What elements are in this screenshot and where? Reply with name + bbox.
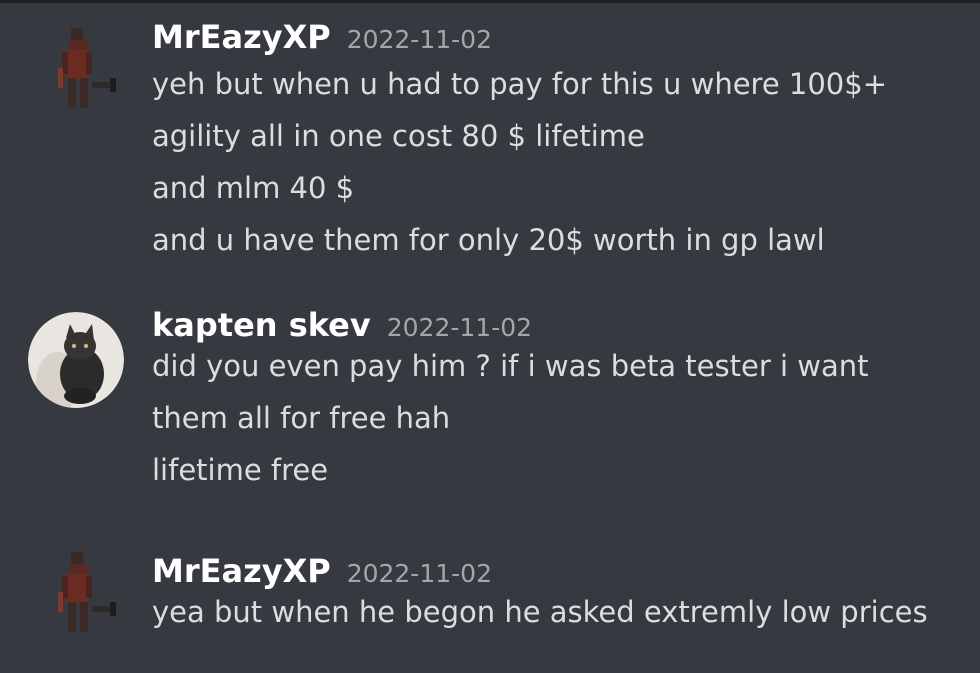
- armored-warrior-avatar-icon: [28, 546, 124, 642]
- username[interactable]: MrEazyXP: [152, 552, 331, 590]
- username[interactable]: kapten skev: [152, 306, 371, 344]
- message-line: and mlm 40 $: [152, 171, 355, 205]
- message-line: yeh but when u had to pay for this u whe…: [152, 67, 887, 101]
- message-line: lifetime free: [152, 453, 329, 487]
- top-border: [0, 0, 980, 3]
- timestamp: 2022-11-02: [346, 25, 492, 54]
- message-line: and u have them for only 20$ worth in gp…: [152, 223, 825, 257]
- message-line: yea but when he begon he asked extremly …: [152, 595, 928, 629]
- message-line: agility all in one cost 80 $ lifetime: [152, 119, 645, 153]
- message-body: yeh but when u had to pay for this u whe…: [152, 58, 887, 266]
- username[interactable]: MrEazyXP: [152, 18, 331, 56]
- avatar[interactable]: [28, 22, 124, 118]
- message-line: did you even pay him ? if i was beta tes…: [152, 349, 869, 383]
- message-line: them all for free hah: [152, 401, 451, 435]
- armored-warrior-avatar-icon: [28, 22, 124, 118]
- message-body: yea but when he begon he asked extremly …: [152, 586, 928, 638]
- avatar[interactable]: [28, 312, 124, 408]
- cat-avatar-icon: [28, 312, 124, 408]
- message-body: did you even pay him ? if i was beta tes…: [152, 340, 869, 496]
- message-header: MrEazyXP 2022-11-02: [152, 18, 492, 59]
- avatar[interactable]: [28, 546, 124, 642]
